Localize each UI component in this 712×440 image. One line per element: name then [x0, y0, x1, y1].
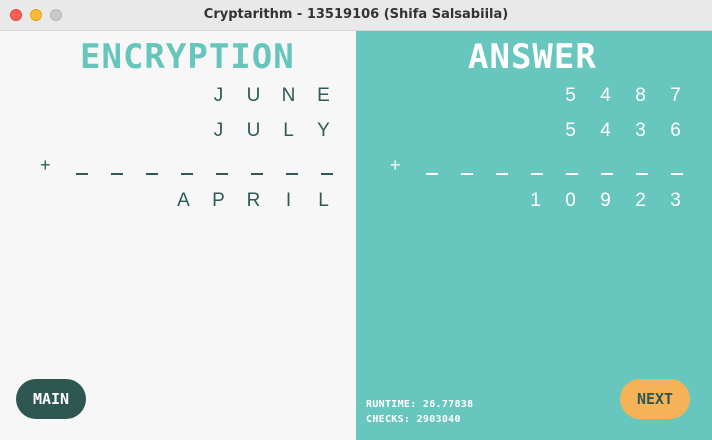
letter-cell	[96, 85, 131, 107]
digit-cell	[483, 85, 518, 107]
digit-cell	[448, 190, 483, 212]
encryption-row-2: J U L Y	[96, 120, 341, 142]
title-bar: Cryptarithm - 13519106 (Shifa Salsabiila…	[0, 0, 712, 31]
digit-cell	[518, 120, 553, 142]
divider-dash	[449, 161, 484, 175]
letter-cell	[96, 120, 131, 142]
digit-cell: 1	[530, 190, 541, 211]
divider-dash	[64, 161, 99, 175]
plus-sign: +	[40, 155, 51, 175]
encryption-row-1: J U N E	[96, 85, 341, 107]
answer-heading: ANSWER	[468, 37, 597, 77]
encryption-heading: ENCRYPTION	[80, 37, 295, 77]
letter-cell: L	[283, 120, 294, 141]
answer-panel: ANSWER 5 4 8 7 5 4 3 6 + 1 0 9 2 3 RUNTI…	[356, 31, 712, 440]
digit-cell: 2	[635, 190, 646, 211]
digit-cell: 5	[565, 120, 576, 141]
letter-cell: R	[246, 190, 261, 211]
letter-cell	[131, 120, 166, 142]
digit-cell: 8	[635, 85, 646, 106]
digit-cell: 3	[670, 190, 681, 211]
divider-dash	[414, 161, 449, 175]
divider-dash	[484, 161, 519, 175]
app-window: Cryptarithm - 13519106 (Shifa Salsabiila…	[0, 0, 712, 440]
divider-dash	[274, 161, 309, 175]
main-button[interactable]: MAIN	[16, 379, 86, 419]
digit-cell	[483, 120, 518, 142]
letter-cell: Y	[317, 120, 330, 141]
divider-dash	[589, 161, 624, 175]
letter-cell: N	[281, 85, 296, 106]
digit-cell: 4	[600, 120, 611, 141]
checks-readout: CHECKS: 2903040	[366, 414, 461, 425]
next-button[interactable]: NEXT	[620, 379, 690, 419]
letter-cell: E	[317, 85, 330, 106]
sum-divider	[64, 161, 344, 175]
digit-cell: 0	[565, 190, 576, 211]
encryption-result-row: A P R I L	[96, 190, 341, 212]
letter-cell: U	[246, 85, 261, 106]
letter-cell: I	[285, 190, 292, 211]
digit-cell	[448, 85, 483, 107]
letter-cell	[166, 85, 201, 107]
letter-cell	[96, 190, 131, 212]
letter-cell	[131, 190, 166, 212]
digit-cell: 9	[600, 190, 611, 211]
encryption-panel: ENCRYPTION J U N E J U L Y + A P R I L M…	[0, 31, 356, 440]
divider-dash	[134, 161, 169, 175]
letter-cell: J	[213, 85, 224, 106]
letter-cell: P	[212, 190, 225, 211]
sum-divider	[414, 161, 694, 175]
letter-cell: L	[318, 190, 329, 211]
runtime-readout: RUNTIME: 26.77838	[366, 399, 474, 410]
answer-row-2: 5 4 3 6	[448, 120, 693, 142]
divider-dash	[169, 161, 204, 175]
letter-cell: A	[177, 190, 190, 211]
letter-cell: U	[246, 120, 261, 141]
digit-cell	[518, 85, 553, 107]
letter-cell	[166, 120, 201, 142]
digit-cell: 7	[670, 85, 681, 106]
divider-dash	[239, 161, 274, 175]
divider-dash	[659, 161, 694, 175]
digit-cell: 5	[565, 85, 576, 106]
digit-cell: 4	[600, 85, 611, 106]
digit-cell	[448, 120, 483, 142]
divider-dash	[519, 161, 554, 175]
divider-dash	[99, 161, 134, 175]
answer-row-1: 5 4 8 7	[448, 85, 693, 107]
divider-dash	[624, 161, 659, 175]
digit-cell: 6	[670, 120, 681, 141]
plus-sign: +	[390, 155, 401, 175]
digit-cell: 3	[635, 120, 646, 141]
window-title: Cryptarithm - 13519106 (Shifa Salsabiila…	[203, 7, 509, 22]
divider-dash	[309, 161, 344, 175]
divider-dash	[554, 161, 589, 175]
digit-cell	[483, 190, 518, 212]
divider-dash	[204, 161, 239, 175]
letter-cell: J	[213, 120, 224, 141]
letter-cell	[131, 85, 166, 107]
answer-result-row: 1 0 9 2 3	[448, 190, 693, 212]
